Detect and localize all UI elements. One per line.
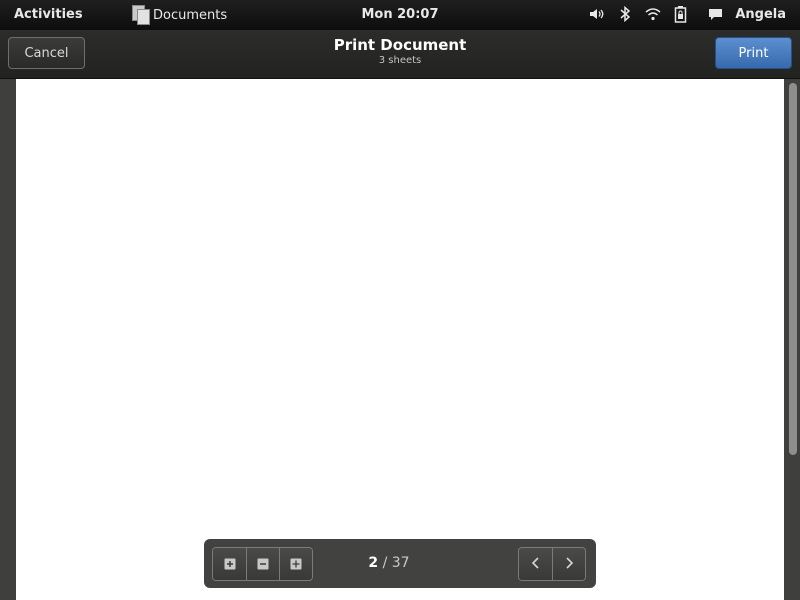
vertical-scrollbar[interactable] xyxy=(789,83,797,593)
next-page-icon xyxy=(564,555,574,574)
bluetooth-icon[interactable] xyxy=(616,5,634,23)
preview-toolbar: 2 / 37 xyxy=(204,539,596,588)
cancel-button[interactable]: Cancel xyxy=(8,37,85,69)
total-pages: 37 xyxy=(391,555,410,571)
user-menu[interactable]: Angela xyxy=(707,5,786,23)
clock[interactable]: Mon 20:07 xyxy=(361,7,438,22)
wifi-icon[interactable] xyxy=(644,5,662,23)
previous-page-icon xyxy=(531,555,541,574)
zoom-out-icon xyxy=(257,555,269,574)
battery-lock-icon[interactable] xyxy=(672,5,690,23)
print-preview-area xyxy=(0,79,800,600)
app-menu[interactable]: Documents xyxy=(132,5,227,25)
zoom-out-button[interactable] xyxy=(246,548,279,580)
dialog-subtitle: 3 sheets xyxy=(378,55,422,66)
page-preview xyxy=(16,79,784,600)
zoom-in-button[interactable] xyxy=(213,548,246,580)
app-menu-label: Documents xyxy=(153,7,228,23)
dialog-title: Print Document xyxy=(333,36,467,54)
print-dialog-header: Print Document 3 sheets Cancel Print xyxy=(0,30,800,79)
page-separator: / xyxy=(378,555,392,571)
next-page-button[interactable] xyxy=(552,548,585,580)
page-indicator: 2 / 37 xyxy=(314,555,464,571)
volume-icon[interactable] xyxy=(588,5,606,23)
user-name: Angela xyxy=(735,6,786,22)
documents-icon xyxy=(132,5,150,25)
zoom-fit-icon xyxy=(290,555,302,574)
zoom-button-group xyxy=(212,547,313,581)
zoom-in-icon xyxy=(224,555,236,574)
zoom-fit-button[interactable] xyxy=(279,548,312,580)
system-tray xyxy=(588,5,690,23)
current-page: 2 xyxy=(368,555,379,571)
previous-page-button[interactable] xyxy=(519,548,552,580)
print-button[interactable]: Print xyxy=(715,37,792,69)
chat-bubble-icon xyxy=(707,5,725,23)
scrollbar-thumb[interactable] xyxy=(789,83,797,455)
top-panel: Activities Documents Mon 20:07 Angela xyxy=(0,0,800,30)
page-nav-group xyxy=(518,547,586,581)
activities-button[interactable]: Activities xyxy=(14,7,83,22)
